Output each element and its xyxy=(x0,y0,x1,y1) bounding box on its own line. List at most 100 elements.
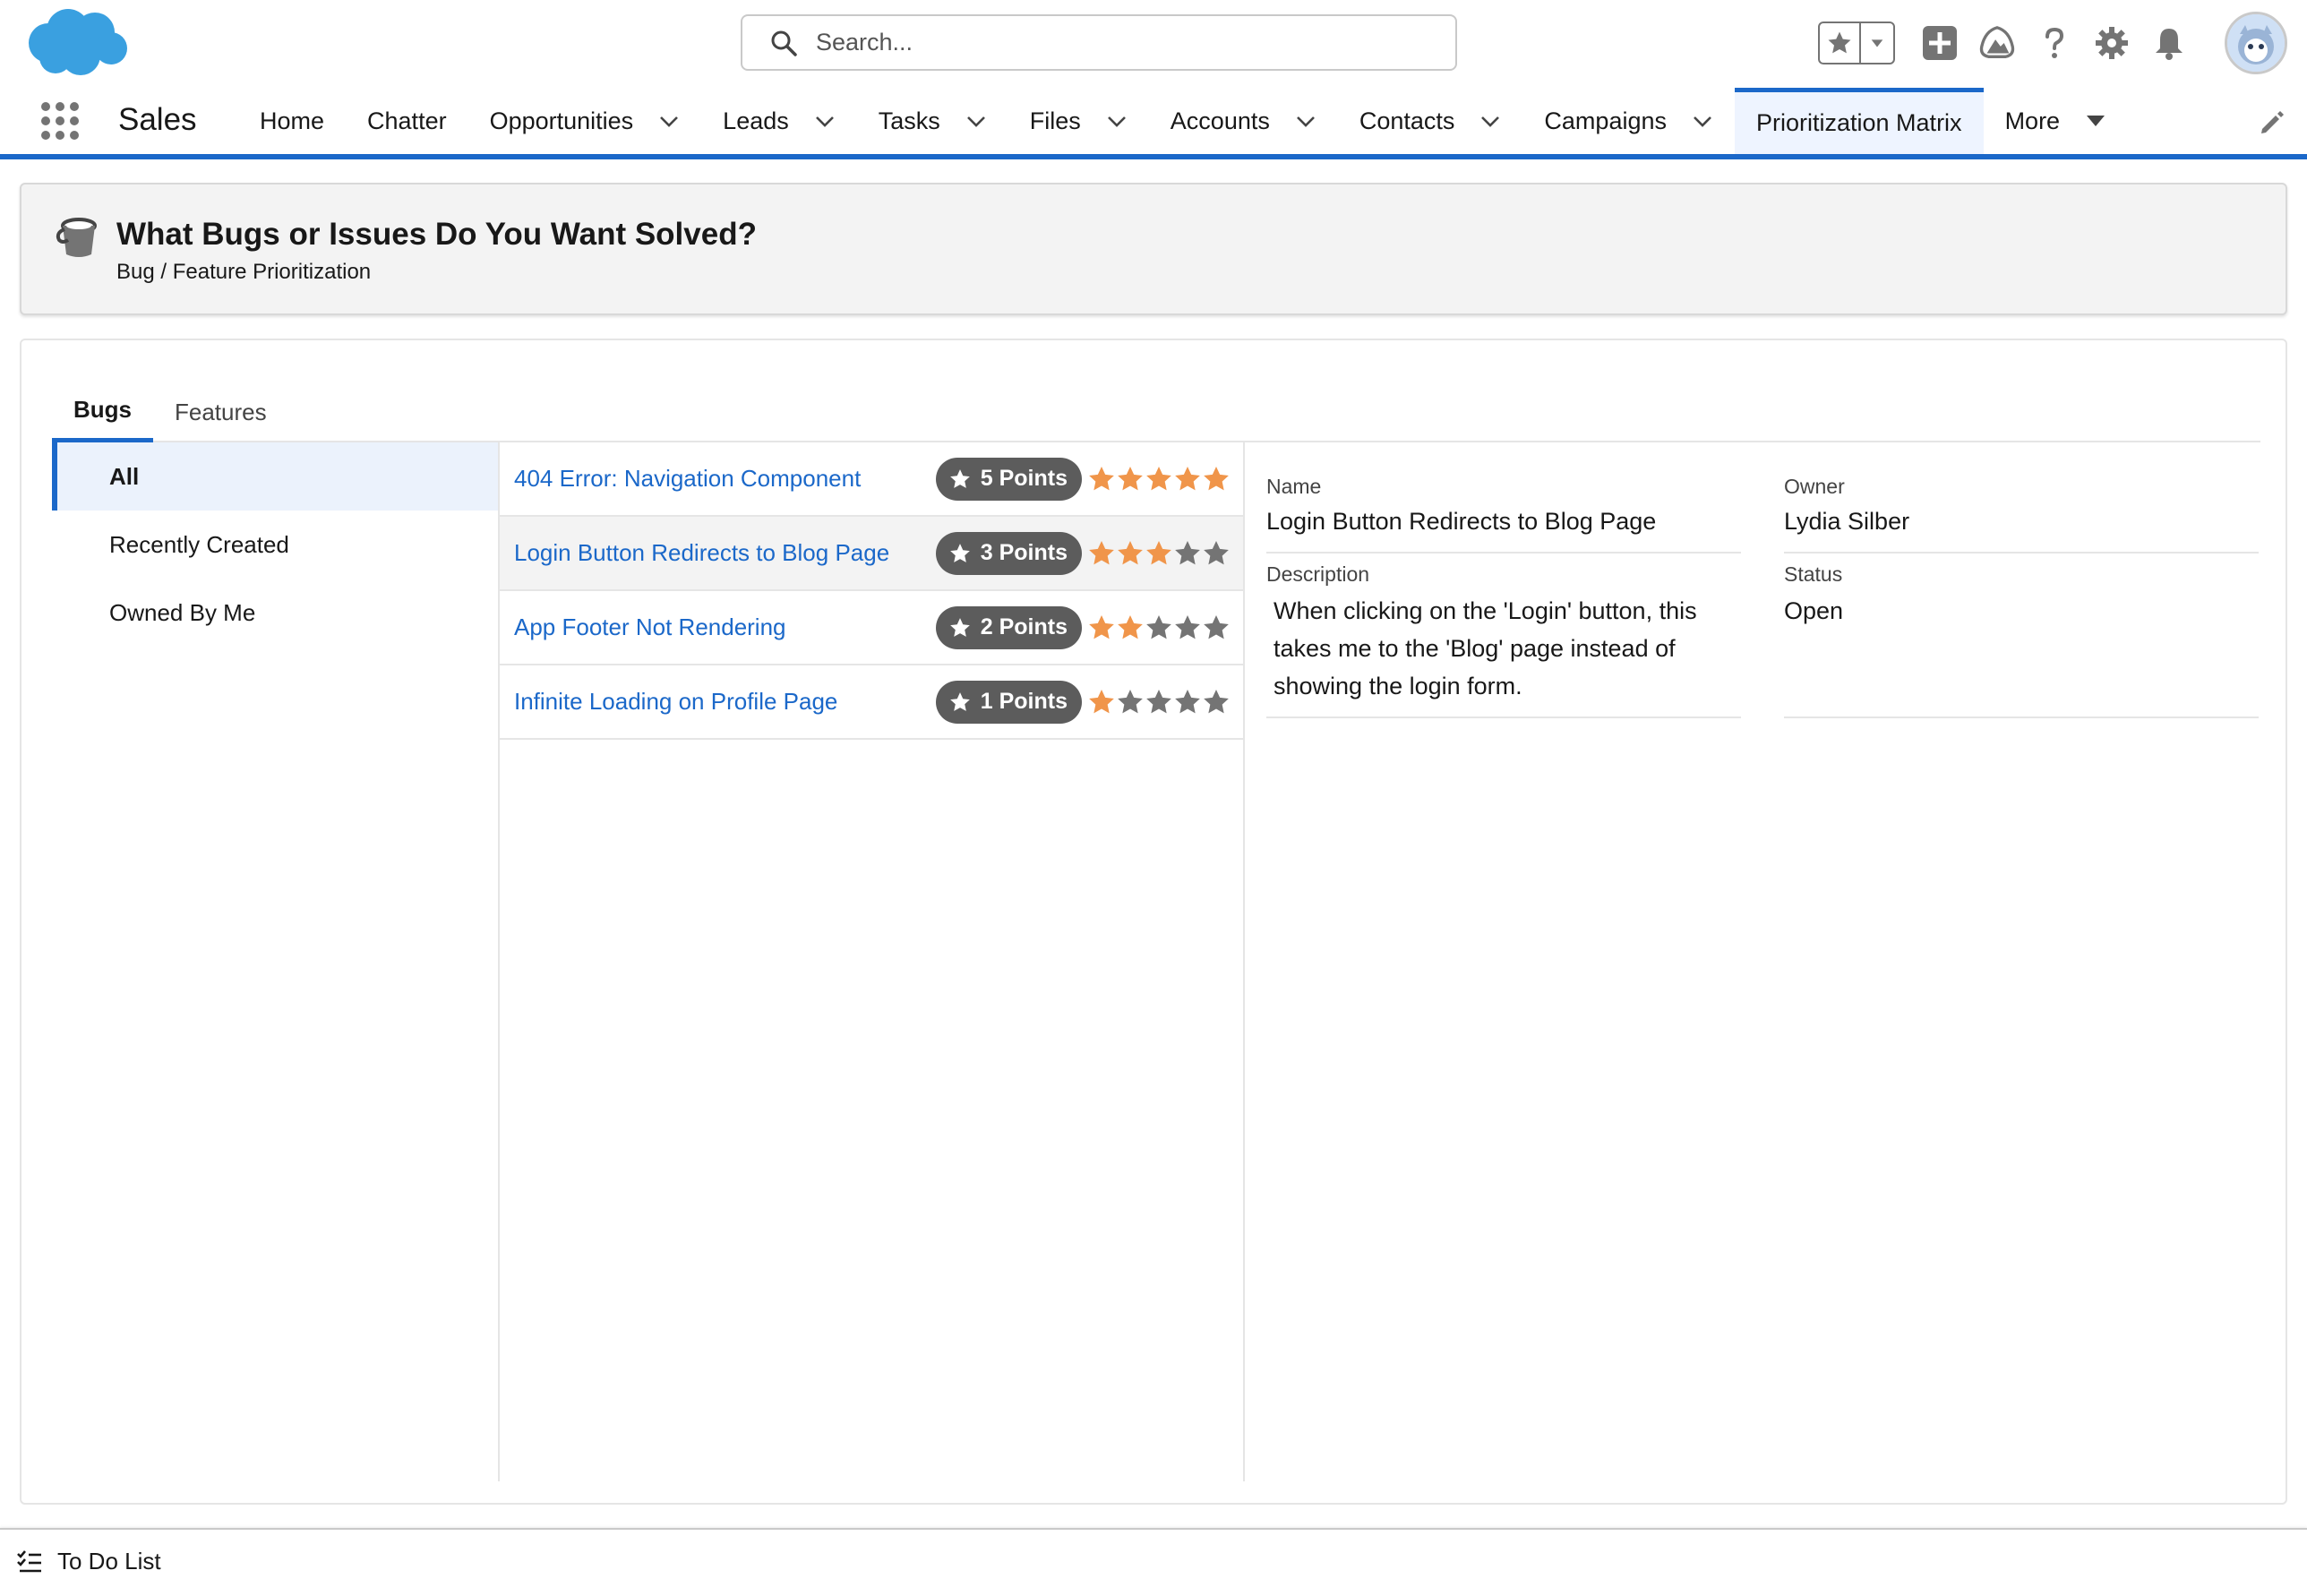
chevron-down-icon[interactable] xyxy=(1479,110,1501,132)
nav-item-more[interactable]: More xyxy=(1984,88,2129,154)
tab-bugs[interactable]: Bugs xyxy=(52,382,153,442)
search-icon xyxy=(769,29,798,57)
field-label: Description xyxy=(1266,562,1370,586)
chevron-down-icon[interactable] xyxy=(1295,110,1316,132)
points-label: 3 Points xyxy=(980,540,1068,565)
star-filled-icon xyxy=(1146,466,1171,490)
bug-bucket-icon xyxy=(52,213,102,263)
record-row[interactable]: 404 Error: Navigation Component 5 Points xyxy=(500,442,1243,517)
star-filled-icon xyxy=(1089,689,1114,713)
help-icon[interactable] xyxy=(2035,23,2074,63)
filter-recently-created[interactable]: Recently Created xyxy=(52,511,498,579)
favorites-button-group xyxy=(1818,21,1895,64)
global-search[interactable] xyxy=(741,14,1457,71)
tab-bar: Bugs Features xyxy=(52,382,2260,442)
nav-item-label: Opportunities xyxy=(489,107,634,134)
caret-down-icon[interactable] xyxy=(2085,110,2106,132)
field-value: When clicking on the 'Login' button, thi… xyxy=(1274,597,1697,699)
page-subtitle: Bug / Feature Prioritization xyxy=(116,260,372,284)
star-rating xyxy=(1087,614,1231,642)
star-filled-icon xyxy=(1118,540,1143,564)
star-empty-icon xyxy=(1146,689,1171,713)
global-add-icon[interactable] xyxy=(1920,23,1960,63)
header-tools xyxy=(1818,12,2287,74)
prioritization-card: Bugs Features All Recently Created Owned… xyxy=(20,339,2287,1505)
tab-features[interactable]: Features xyxy=(153,382,288,442)
nav-item-label: Accounts xyxy=(1170,107,1270,134)
points-label: 2 Points xyxy=(980,614,1068,639)
star-empty-icon xyxy=(1175,689,1200,713)
nav-item-prioritization-matrix[interactable]: Prioritization Matrix xyxy=(1735,88,1984,154)
star-filled-icon xyxy=(1175,466,1200,490)
todo-list-button[interactable]: To Do List xyxy=(16,1548,161,1575)
star-empty-icon xyxy=(1204,540,1229,564)
points-badge: 1 Points xyxy=(935,680,1082,724)
nav-item-campaigns[interactable]: Campaigns xyxy=(1522,88,1735,154)
chevron-down-icon[interactable] xyxy=(1106,110,1128,132)
nav-item-tasks[interactable]: Tasks xyxy=(857,88,1008,154)
record-list: 404 Error: Navigation Component 5 Points… xyxy=(500,442,1245,1481)
star-empty-icon xyxy=(1175,540,1200,564)
favorites-dropdown-icon[interactable] xyxy=(1861,23,1893,63)
nav-item-home[interactable]: Home xyxy=(238,88,346,154)
filter-all[interactable]: All xyxy=(52,442,498,511)
chevron-down-icon[interactable] xyxy=(965,110,987,132)
nav-item-files[interactable]: Files xyxy=(1008,88,1149,154)
star-filled-icon xyxy=(1118,466,1143,490)
star-icon xyxy=(949,468,970,488)
star-filled-icon xyxy=(1204,466,1229,490)
field-label: Status xyxy=(1784,562,1843,586)
star-empty-icon xyxy=(1146,614,1171,639)
user-avatar[interactable] xyxy=(2225,12,2287,74)
salesforce-cloud-logo[interactable] xyxy=(23,5,131,81)
nav-item-leads[interactable]: Leads xyxy=(701,88,857,154)
record-row[interactable]: App Footer Not Rendering 2 Points xyxy=(500,591,1243,665)
filter-owned-by-me[interactable]: Owned By Me xyxy=(52,579,498,647)
field-status: Status Open xyxy=(1784,562,2259,718)
search-input[interactable] xyxy=(816,29,1425,56)
record-name-link[interactable]: Infinite Loading on Profile Page xyxy=(514,688,936,716)
app-launcher-icon[interactable] xyxy=(39,100,81,142)
field-label: Owner xyxy=(1784,475,1845,498)
nav-item-accounts[interactable]: Accounts xyxy=(1149,88,1338,154)
field-name: Name Login Button Redirects to Blog Page xyxy=(1266,475,1741,553)
star-filled-icon xyxy=(1118,614,1143,639)
global-header xyxy=(0,0,2307,90)
record-name-link[interactable]: 404 Error: Navigation Component xyxy=(514,465,936,493)
star-icon xyxy=(949,617,970,637)
chevron-down-icon[interactable] xyxy=(658,110,680,132)
nav-item-opportunities[interactable]: Opportunities xyxy=(468,88,702,154)
star-empty-icon xyxy=(1204,614,1229,639)
page-header: What Bugs or Issues Do You Want Solved? … xyxy=(20,183,2287,315)
star-rating xyxy=(1087,539,1231,568)
record-detail-panel: Name Login Button Redirects to Blog Page… xyxy=(1245,442,2260,1481)
points-label: 5 Points xyxy=(980,466,1068,491)
record-row[interactable]: Login Button Redirects to Blog Page 3 Po… xyxy=(500,517,1243,591)
star-icon xyxy=(949,543,970,562)
notification-bell-icon[interactable] xyxy=(2149,23,2189,63)
chevron-down-icon[interactable] xyxy=(814,110,836,132)
task-list-icon xyxy=(16,1549,43,1575)
chevron-down-icon[interactable] xyxy=(1692,110,1713,132)
nav-item-contacts[interactable]: Contacts xyxy=(1338,88,1523,154)
field-owner: Owner Lydia Silber xyxy=(1784,475,2259,553)
nav-item-label: Prioritization Matrix xyxy=(1756,109,1962,136)
nav-item-chatter[interactable]: Chatter xyxy=(346,88,468,154)
star-icon xyxy=(949,691,970,711)
record-name-link[interactable]: Login Button Redirects to Blog Page xyxy=(514,539,936,567)
filter-list: All Recently Created Owned By Me xyxy=(52,442,500,1481)
setup-gear-icon[interactable] xyxy=(2092,23,2131,63)
points-badge: 5 Points xyxy=(935,457,1082,501)
nav-item-label: More xyxy=(2004,107,2061,134)
field-label: Name xyxy=(1266,475,1322,498)
todo-list-label: To Do List xyxy=(57,1548,161,1575)
nav-item-label: Home xyxy=(260,107,325,134)
favorites-star-icon[interactable] xyxy=(1820,23,1861,63)
edit-nav-pencil-icon[interactable] xyxy=(2259,109,2286,136)
record-row[interactable]: Infinite Loading on Profile Page 1 Point… xyxy=(500,665,1243,740)
record-name-link[interactable]: App Footer Not Rendering xyxy=(514,614,936,641)
nav-item-label: Files xyxy=(1029,107,1081,134)
trailhead-icon[interactable] xyxy=(1977,23,2017,63)
app-name: Sales xyxy=(118,102,197,137)
star-filled-icon xyxy=(1089,466,1114,490)
